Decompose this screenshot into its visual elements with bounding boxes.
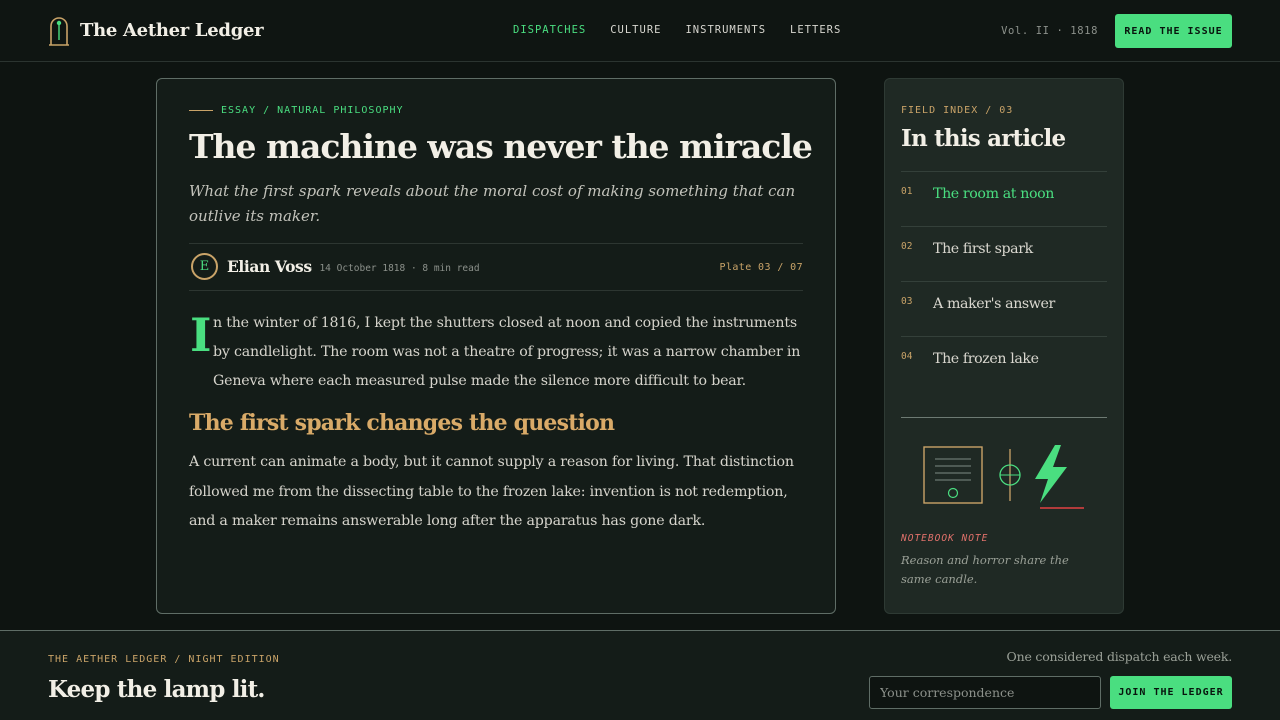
nav-item-letters[interactable]: LETTERS — [790, 24, 841, 36]
article-kicker: ESSAY / NATURAL PHILOSOPHY — [189, 105, 404, 116]
kicker-rule — [189, 110, 213, 111]
toc-number: 02 — [901, 241, 913, 252]
article-dek: What the first spark reveals about the m… — [189, 182, 796, 225]
drop-cap: I — [190, 308, 212, 362]
author-name[interactable]: Elian Voss — [227, 257, 312, 276]
nav-item-culture[interactable]: CULTURE — [610, 24, 661, 36]
document-plate-icon — [923, 446, 983, 504]
toc-label: A maker's answer — [933, 296, 1055, 312]
volume-label: Vol. II · 1818 — [1001, 25, 1098, 37]
toc-number: 03 — [901, 296, 913, 307]
notebook-note-text: Reason and horror share the same candle. — [901, 553, 1069, 586]
footer-kicker: THE AETHER LEDGER / NIGHT EDITION — [48, 654, 280, 665]
toc-item-first-spark[interactable]: 02 The first spark — [901, 226, 1107, 281]
toc-number: 04 — [901, 351, 913, 362]
table-of-contents: 01 The room at noon 02 The first spark 0… — [901, 171, 1107, 391]
notebook-illustration — [923, 445, 1084, 509]
plate-counter: Plate 03 / 07 — [719, 262, 803, 273]
crosshair-icon — [999, 449, 1021, 501]
sidebar-title: In this article — [901, 125, 1066, 152]
article-meta: · 14 October 1818 · 8 min read — [308, 263, 480, 274]
join-the-ledger-button[interactable]: JOIN THE LEDGER — [1110, 676, 1232, 709]
correspondence-input[interactable] — [869, 676, 1101, 709]
nav-item-instruments[interactable]: INSTRUMENTS — [685, 24, 766, 36]
toc-number: 01 — [901, 186, 913, 197]
body-paragraph: A current can animate a body, but it can… — [189, 454, 794, 529]
brand-name: The Aether Ledger — [80, 19, 264, 41]
footer-note: One considered dispatch each week. — [1006, 649, 1233, 664]
article-headline: The machine was never the miracle — [189, 127, 813, 166]
notebook-note-label: NOTEBOOK NOTE — [901, 533, 989, 544]
top-navigation-bar: The Aether Ledger DISPATCHES CULTURE INS… — [0, 0, 1280, 62]
section-heading: The first spark changes the question — [189, 410, 615, 436]
toc-label: The frozen lake — [933, 351, 1039, 367]
primary-nav: DISPATCHES CULTURE INSTRUMENTS LETTERS — [513, 24, 865, 36]
bell-jar-icon — [49, 17, 69, 46]
footer-title: Keep the lamp lit. — [48, 676, 265, 703]
author-avatar[interactable]: E — [191, 253, 218, 280]
toc-item-room-at-noon[interactable]: 01 The room at noon — [901, 171, 1107, 226]
toc-label: The first spark — [933, 241, 1033, 257]
article-card: ESSAY / NATURAL PHILOSOPHY The machine w… — [156, 78, 836, 614]
newsletter-footer: THE AETHER LEDGER / NIGHT EDITION Keep t… — [0, 630, 1280, 720]
field-index-label: FIELD INDEX / 03 — [901, 105, 1014, 116]
kicker-label[interactable]: ESSAY / NATURAL PHILOSOPHY — [221, 105, 404, 116]
field-index-sidebar: FIELD INDEX / 03 In this article 01 The … — [884, 78, 1124, 614]
sidebar-divider — [901, 417, 1107, 418]
toc-item-frozen-lake[interactable]: 04 The frozen lake — [901, 336, 1107, 391]
lede-paragraph: n the winter of 1816, I kept the shutter… — [213, 315, 801, 389]
toc-label: The room at noon — [933, 186, 1054, 202]
brand-link[interactable]: The Aether Ledger — [48, 14, 264, 46]
lightning-bolt-icon — [1035, 445, 1084, 509]
read-the-issue-button[interactable]: READ THE ISSUE — [1115, 14, 1232, 48]
nav-item-dispatches[interactable]: DISPATCHES — [513, 24, 586, 36]
byline: E Elian Voss · 14 October 1818 · 8 min r… — [189, 243, 803, 291]
toc-item-makers-answer[interactable]: 03 A maker's answer — [901, 281, 1107, 336]
